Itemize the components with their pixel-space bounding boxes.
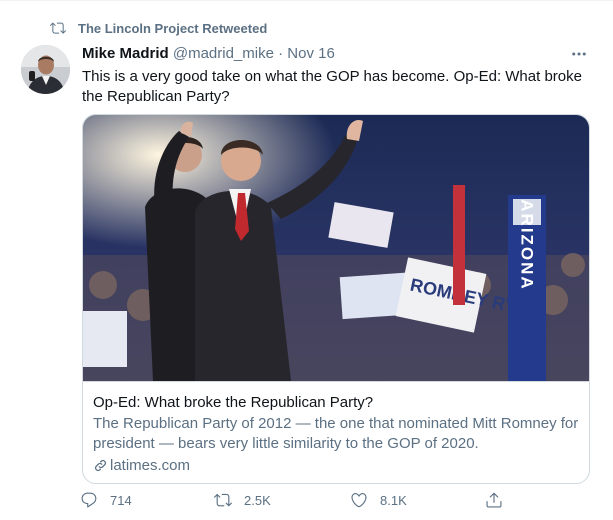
tweet-text: This is a very good take on what the GOP… xyxy=(82,68,582,105)
link-icon xyxy=(95,460,106,471)
retweet-icon xyxy=(50,22,66,34)
reply-count: 714 xyxy=(110,492,132,508)
avatar[interactable] xyxy=(21,45,70,94)
link-card[interactable]: ROMNEY RYAN ARIZONA Op-Ed: What broke th… xyxy=(82,114,590,484)
more-options-button[interactable] xyxy=(566,43,592,65)
heart-icon xyxy=(351,493,367,508)
tweet-date[interactable]: Nov 16 xyxy=(287,45,335,62)
reply-icon xyxy=(81,492,97,508)
card-title[interactable]: Op-Ed: What broke the Republican Party? xyxy=(93,393,579,412)
like-button[interactable]: 8.1K xyxy=(350,491,407,509)
author-name[interactable]: Mike Madrid xyxy=(82,45,169,62)
retweet-label[interactable]: The Lincoln Project Retweeted xyxy=(78,21,267,36)
share-button[interactable] xyxy=(485,491,503,509)
arizona-sign: ARIZONA xyxy=(518,199,537,290)
card-domain[interactable]: latimes.com xyxy=(93,457,579,474)
reply-button[interactable]: 714 xyxy=(80,491,132,509)
retweet-button[interactable]: 2.5K xyxy=(214,491,271,509)
retweet-count: 2.5K xyxy=(244,492,271,508)
share-icon xyxy=(486,492,502,508)
card-description: The Republican Party of 2012 — the one t… xyxy=(93,415,579,452)
card-domain-text: latimes.com xyxy=(110,457,191,474)
retweet-action-icon xyxy=(214,493,232,507)
more-icon xyxy=(572,52,586,56)
tweet[interactable]: The Lincoln Project Retweeted Mike Madri… xyxy=(0,0,613,520)
author-handle[interactable]: @madrid_mike xyxy=(173,45,274,62)
like-count: 8.1K xyxy=(380,492,407,508)
card-body[interactable]: Op-Ed: What broke the Republican Party? … xyxy=(83,381,589,483)
tweet-header: Mike Madrid @madrid_mike · Nov 16 xyxy=(82,45,335,62)
retweet-context: The Lincoln Project Retweeted xyxy=(50,20,267,36)
tweet-actions: 714 2.5K 8.1K xyxy=(80,491,510,513)
header-separator: · xyxy=(278,45,284,62)
card-image[interactable]: ROMNEY RYAN ARIZONA xyxy=(83,115,589,381)
